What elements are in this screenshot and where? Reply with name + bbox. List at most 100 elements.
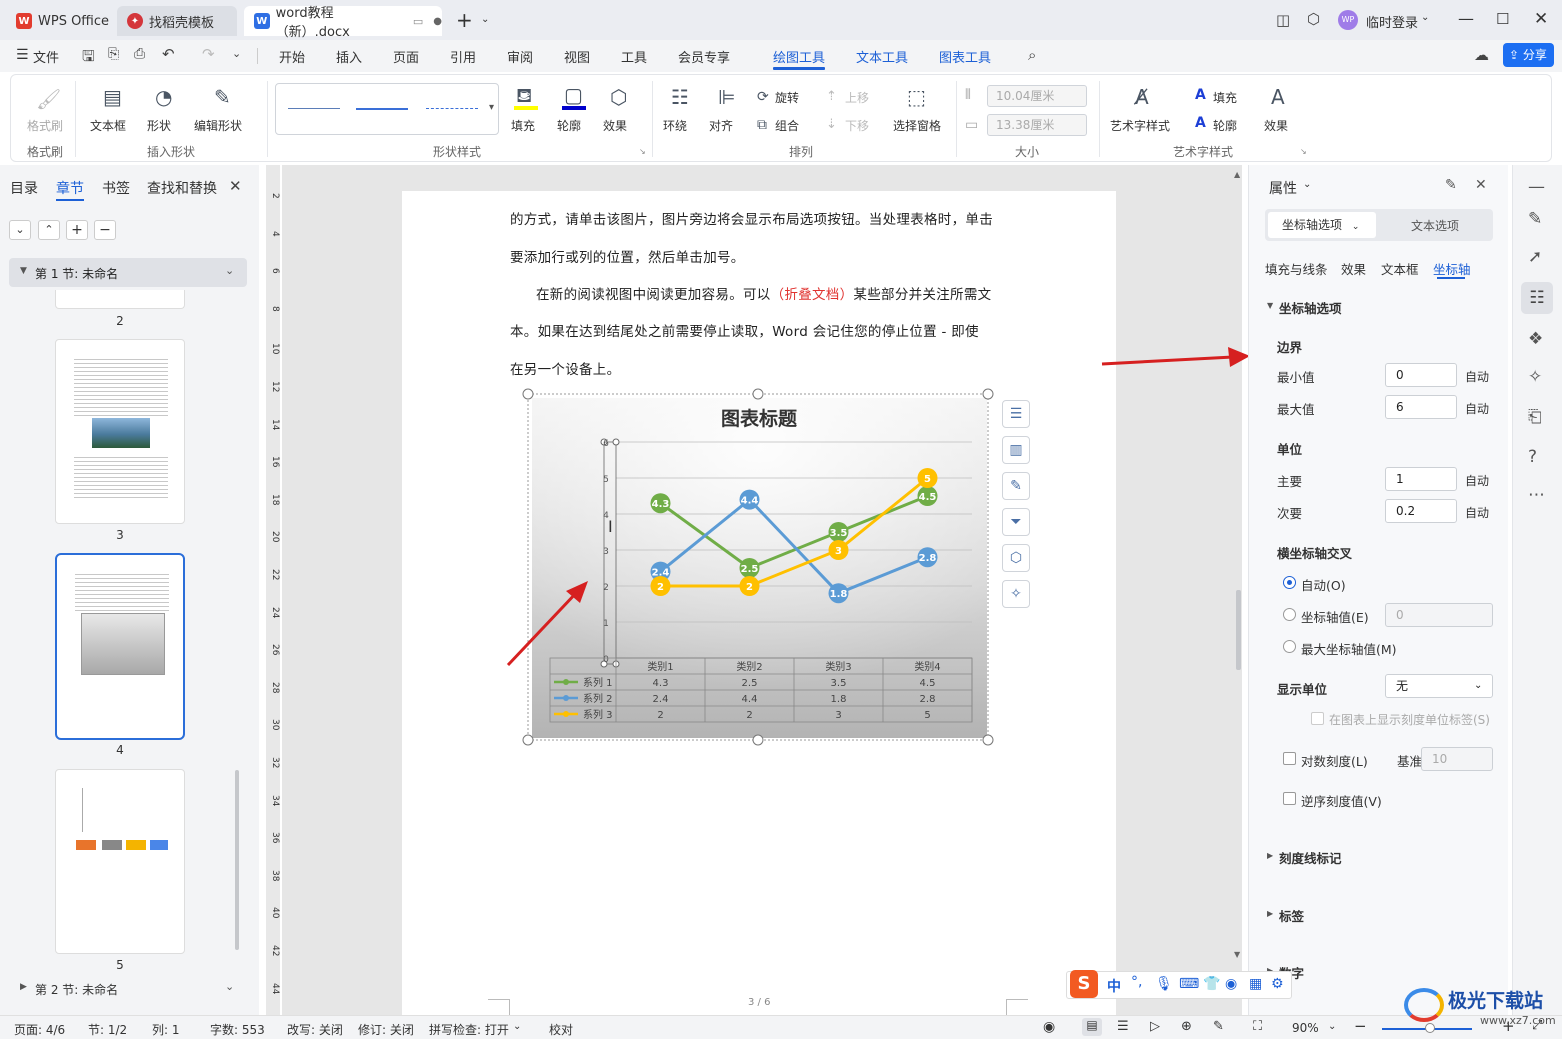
resize-handle[interactable] bbox=[522, 388, 534, 400]
search-icon[interactable]: ⌕ bbox=[1028, 46, 1036, 64]
folded-document-link[interactable]: （折叠文档） bbox=[771, 287, 854, 303]
sogou-logo-icon[interactable]: S bbox=[1070, 970, 1098, 998]
login-label[interactable]: 临时登录 bbox=[1366, 12, 1418, 31]
major-unit-input[interactable]: 1 bbox=[1385, 467, 1457, 491]
book-icon[interactable]: ⎗ bbox=[1528, 407, 1542, 427]
tab-template[interactable]: ✦ 找稻壳模板 bbox=[117, 6, 237, 36]
dialog-launcher-icon[interactable]: ↘ bbox=[639, 147, 646, 156]
doc-scrollbar-down-icon[interactable]: ▼ bbox=[1234, 950, 1240, 959]
collapse-down-button[interactable]: ⌄ bbox=[9, 220, 31, 240]
show-units-label[interactable]: 在图表上显示刻度单位标签(S) bbox=[1329, 711, 1490, 728]
move-down-button[interactable]: 下移 bbox=[845, 117, 869, 134]
collapse-icon[interactable]: — bbox=[1528, 177, 1545, 197]
layout-icon[interactable]: ◫ bbox=[1276, 11, 1290, 29]
dialog-launcher-icon[interactable]: ↘ bbox=[1300, 147, 1307, 156]
avatar[interactable]: WP bbox=[1338, 10, 1358, 30]
cursor-icon[interactable]: ➚ bbox=[1528, 247, 1542, 267]
chevron-down-icon[interactable]: ⌄ bbox=[1303, 179, 1311, 190]
tab-wps-office[interactable]: W WPS Office bbox=[6, 6, 110, 36]
page-thumbnail-2[interactable] bbox=[55, 290, 185, 309]
chart-magic-button[interactable]: ✧ bbox=[1002, 580, 1030, 608]
nav-tab-find[interactable]: 查找和替换 bbox=[147, 178, 217, 198]
sticker-icon[interactable]: ❖ bbox=[1528, 329, 1543, 349]
chart-type-button[interactable]: ▥ bbox=[1002, 436, 1030, 464]
group-button[interactable]: 组合 bbox=[775, 117, 799, 134]
save-icon[interactable]: 🖫 bbox=[82, 46, 95, 71]
text-outline-button[interactable]: 轮廓 bbox=[1213, 117, 1237, 134]
nav-tab-toc[interactable]: 目录 bbox=[10, 178, 38, 198]
menu-text-tools[interactable]: 文本工具 bbox=[856, 47, 908, 66]
remove-section-button[interactable]: − bbox=[94, 220, 116, 240]
cross-auto-label[interactable]: 自动(O) bbox=[1301, 575, 1346, 594]
display-units-select[interactable]: 无 ⌄ bbox=[1385, 674, 1493, 698]
undo-icon[interactable]: ↶ bbox=[162, 45, 175, 63]
reverse-label[interactable]: 逆序刻度值(V) bbox=[1301, 791, 1382, 810]
redo-icon[interactable]: ↷ bbox=[202, 45, 215, 63]
status-page[interactable]: 页面: 4/6 bbox=[14, 1021, 65, 1038]
chevron-down-icon[interactable]: ⌄ bbox=[1328, 1021, 1336, 1032]
nav-tab-chapter[interactable]: 章节 bbox=[56, 178, 84, 198]
play-icon[interactable]: ▷ bbox=[1150, 1019, 1160, 1034]
subtab-effect[interactable]: 效果 bbox=[1341, 259, 1366, 278]
close-icon[interactable]: ✕ bbox=[1475, 177, 1487, 193]
new-tab-icon[interactable]: + bbox=[456, 8, 473, 32]
text-fill-button[interactable]: 填充 bbox=[1213, 89, 1237, 106]
page-thumbnail-4[interactable] bbox=[55, 553, 185, 740]
wrap-button[interactable]: 环绕 bbox=[663, 117, 687, 134]
status-spell-check[interactable]: 拼写检查: 打开 bbox=[429, 1021, 509, 1038]
section-2-label[interactable]: 第 2 节: 未命名 bbox=[35, 981, 118, 998]
status-section[interactable]: 节: 1/2 bbox=[88, 1021, 127, 1038]
shape-style-gallery[interactable]: ▾ bbox=[275, 83, 499, 135]
status-word-count[interactable]: 字数: 553 bbox=[210, 1021, 265, 1038]
major-auto-button[interactable]: 自动 bbox=[1465, 472, 1489, 489]
page-thumbnail-3[interactable] bbox=[55, 339, 185, 524]
selection-handle[interactable] bbox=[612, 438, 620, 446]
cube-icon[interactable]: ⬡ bbox=[1307, 10, 1320, 28]
menu-drawing-tools[interactable]: 绘图工具 bbox=[773, 47, 825, 66]
status-proofread[interactable]: 校对 bbox=[549, 1021, 573, 1038]
minor-unit-input[interactable]: 0.2 bbox=[1385, 499, 1457, 523]
effect-button[interactable]: 效果 bbox=[603, 117, 627, 134]
min-auto-button[interactable]: 自动 bbox=[1465, 368, 1489, 385]
close-icon[interactable]: ✕ bbox=[229, 177, 242, 195]
vertical-ruler[interactable]: 2 4 6 8 10 12 14 16 18 20 22 24 26 28 30 32 34 36 38 40 42 44 bbox=[266, 165, 280, 1015]
menu-reference[interactable]: 引用 bbox=[450, 47, 476, 66]
microphone-icon[interactable]: 🎙 bbox=[1155, 976, 1173, 992]
close-icon[interactable]: ✕ bbox=[1534, 9, 1548, 29]
cross-value-input[interactable]: 0 bbox=[1385, 603, 1493, 627]
move-up-button[interactable]: 上移 bbox=[845, 89, 869, 106]
fit-page-icon[interactable]: ⛶ bbox=[1253, 1019, 1262, 1034]
menu-file[interactable]: 文件 bbox=[33, 47, 59, 66]
chevron-down-icon[interactable]: ⌄ bbox=[513, 1021, 521, 1032]
text-effect-button[interactable]: 效果 bbox=[1264, 117, 1288, 134]
format-painter-button[interactable]: 格式刷 bbox=[27, 117, 63, 134]
scrollbar-thumb[interactable] bbox=[235, 770, 239, 950]
status-overwrite[interactable]: 改写: 关闭 bbox=[287, 1021, 343, 1038]
export-icon[interactable]: ⎘ bbox=[108, 46, 119, 62]
resize-handle[interactable] bbox=[752, 388, 764, 400]
log-scale-checkbox[interactable] bbox=[1283, 752, 1296, 765]
add-section-button[interactable]: + bbox=[66, 220, 88, 240]
pen-icon[interactable]: ✎ bbox=[1528, 209, 1542, 229]
nav-tab-bookmark[interactable]: 书签 bbox=[102, 178, 130, 198]
screen-icon[interactable]: ▭ bbox=[413, 15, 423, 28]
properties-icon-active[interactable]: ☷ bbox=[1521, 282, 1553, 314]
selection-pane-button[interactable]: 选择窗格 bbox=[893, 117, 941, 134]
reverse-checkbox[interactable] bbox=[1283, 792, 1296, 805]
cross-value-label[interactable]: 坐标轴值(E) bbox=[1301, 607, 1369, 626]
help-icon[interactable]: ? bbox=[1528, 447, 1537, 467]
outline-button[interactable]: 轮廓 bbox=[557, 117, 581, 134]
chart-elements-button[interactable]: ☰ bbox=[1002, 400, 1030, 428]
settings-icon[interactable]: ⚙ bbox=[1271, 976, 1284, 992]
resize-handle[interactable] bbox=[752, 734, 764, 746]
chart-settings-button[interactable]: ⬡ bbox=[1002, 544, 1030, 572]
fill-button[interactable]: 填充 bbox=[511, 117, 535, 134]
max-value-input[interactable]: 6 bbox=[1385, 395, 1457, 419]
status-column[interactable]: 列: 1 bbox=[152, 1021, 180, 1038]
chevron-down-icon[interactable]: ⌄ bbox=[225, 980, 234, 993]
pen-mode-icon[interactable]: ✎ bbox=[1213, 1019, 1224, 1034]
resize-handle[interactable] bbox=[982, 734, 994, 746]
keyboard-icon[interactable]: ⌨ bbox=[1179, 976, 1199, 992]
game-icon[interactable]: ◉ bbox=[1225, 976, 1237, 992]
show-units-checkbox[interactable] bbox=[1311, 712, 1324, 725]
